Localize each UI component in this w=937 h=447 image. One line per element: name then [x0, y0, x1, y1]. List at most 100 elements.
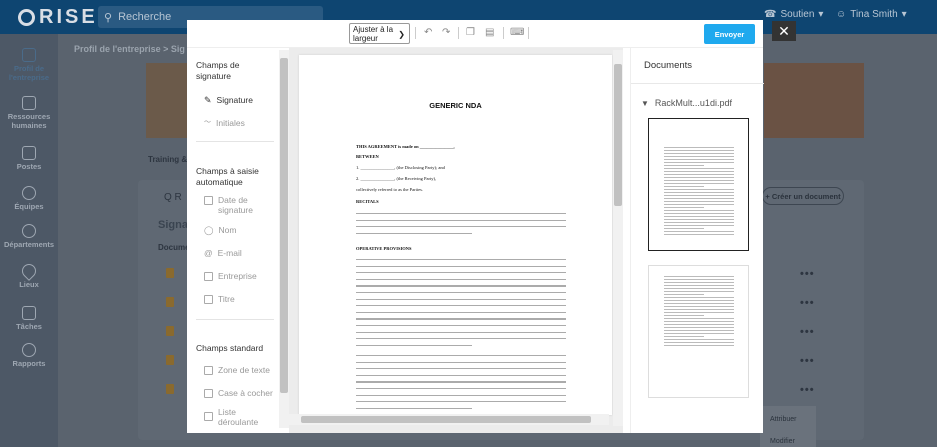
search-icon: ⚲ — [104, 11, 113, 24]
document-title: GENERIC NDA — [429, 101, 482, 110]
rise-logo[interactable]: RISE — [18, 6, 98, 29]
nav-label: Équipes — [14, 202, 44, 211]
text-line — [356, 338, 566, 340]
section-divider — [196, 319, 274, 320]
nav-locations[interactable]: Lieux — [0, 261, 58, 289]
thumbnail-line — [664, 222, 734, 223]
dropdown-icon — [204, 412, 213, 421]
signature-date-field[interactable]: Date de signature — [204, 195, 258, 215]
cover-image — [146, 63, 188, 138]
text-line — [356, 344, 472, 346]
thumbnail-line — [664, 204, 734, 205]
document-horizontal-scrollbar[interactable] — [289, 414, 609, 425]
thumbnail-line — [664, 186, 704, 187]
user-name: Tina Smith — [850, 9, 898, 20]
document-vertical-scrollbar[interactable] — [613, 50, 623, 426]
id-card-icon — [22, 96, 36, 110]
keyboard-icon[interactable]: ⌨ — [510, 27, 524, 38]
teams-icon — [22, 186, 36, 200]
user-icon: ☺ — [836, 9, 847, 20]
thumbnail-line — [664, 288, 734, 289]
nav-teams[interactable]: Équipes — [0, 186, 58, 211]
text-line — [356, 388, 566, 390]
thumbnail-line — [664, 231, 734, 232]
text-line — [356, 305, 566, 307]
row-actions[interactable]: ••• — [800, 355, 815, 367]
thumbnail-line — [664, 183, 734, 184]
thumbnail-line — [664, 324, 734, 325]
text-zone-field[interactable]: Zone de texte — [204, 365, 270, 375]
page-thumbnail-2[interactable] — [648, 265, 749, 398]
page-thumbnail-1[interactable] — [648, 118, 749, 251]
departments-icon — [22, 224, 36, 238]
email-field[interactable]: @ E-mail — [204, 248, 242, 258]
undo-icon[interactable]: ↶ — [424, 27, 432, 38]
user-menu[interactable]: ☺ Tina Smith ▾ — [836, 9, 907, 20]
thumbnail-line — [664, 168, 734, 169]
thumbnail-line — [664, 291, 734, 292]
scrollbar-thumb[interactable] — [614, 64, 622, 206]
text-line — [356, 278, 566, 280]
modify-menu-item[interactable]: Modifier — [770, 438, 795, 445]
checkbox-field[interactable]: Case à cocher — [204, 388, 273, 398]
text-line — [356, 361, 566, 363]
document-file-item[interactable]: ▼ RackMult...u1di.pdf — [641, 98, 732, 108]
thumbnail-line — [664, 309, 734, 310]
field-label: Liste déroulante — [218, 407, 259, 427]
thumbnail-line — [664, 345, 734, 346]
chevron-down-icon: ▾ — [901, 9, 907, 20]
toolbar-divider — [503, 27, 504, 39]
agreement-line: THIS AGREEMENT is made on ______________… — [356, 144, 455, 149]
nav-human-resources[interactable]: Ressources humaines — [0, 96, 58, 130]
row-actions[interactable]: ••• — [800, 297, 815, 309]
thumbnail-line — [664, 300, 734, 301]
row-actions[interactable]: ••• — [800, 268, 815, 280]
text-line — [356, 401, 566, 403]
send-button[interactable]: Envoyer — [704, 24, 755, 44]
paste-icon[interactable]: ▤ — [485, 27, 494, 38]
job-title-field[interactable]: Titre — [204, 294, 235, 304]
nav-reports[interactable]: Rapports — [0, 343, 58, 368]
briefcase-icon — [204, 295, 213, 304]
auto-fields-title: Champs à saisie automatique — [196, 166, 259, 187]
text-line — [356, 325, 566, 327]
cover-image-right — [764, 63, 864, 138]
section-divider — [196, 141, 274, 142]
assign-menu-item[interactable]: Attribuer — [770, 416, 796, 423]
nav-departments[interactable]: Départements — [0, 224, 58, 249]
name-field[interactable]: ◯ Nom — [204, 225, 236, 235]
scrollbar-thumb[interactable] — [301, 416, 591, 423]
close-modal-button[interactable]: ✕ — [772, 21, 796, 41]
thumbnail-line — [664, 177, 734, 178]
fields-scrollbar[interactable] — [279, 50, 289, 428]
documents-title: Documents — [644, 60, 693, 71]
calendar-icon — [204, 196, 213, 205]
zoom-fit-select[interactable]: Ajuster à la largeur ❯ — [349, 23, 410, 44]
signature-field[interactable]: ✎ Signature — [204, 95, 253, 105]
nav-positions[interactable]: Postes — [0, 146, 58, 171]
toolbar-divider — [415, 27, 416, 39]
row-actions[interactable]: ••• — [800, 326, 815, 338]
thumbnail-line — [664, 294, 704, 295]
thumbnail-line — [664, 225, 734, 226]
document-page[interactable]: GENERIC NDA THIS AGREEMENT is made on __… — [299, 55, 612, 415]
field-label: Date de signature — [218, 195, 253, 215]
nav-tasks[interactable]: Tâches — [0, 306, 58, 331]
thumbnail-line — [664, 333, 734, 334]
text-line — [356, 272, 566, 274]
row-actions[interactable]: ••• — [800, 384, 815, 396]
redo-icon[interactable]: ↷ — [442, 27, 450, 38]
text-line — [356, 381, 566, 383]
field-label: E-mail — [217, 248, 242, 258]
dropdown-field[interactable]: Liste déroulante — [204, 407, 262, 427]
create-document-button[interactable]: + Créer un document — [762, 187, 844, 205]
thumbnail-line — [664, 165, 704, 166]
nav-company-profile[interactable]: Profil de l'entreprise — [0, 48, 58, 82]
initials-field[interactable]: 〜 Initiales — [204, 118, 245, 128]
company-field[interactable]: Entreprise — [204, 271, 257, 281]
scrollbar-thumb[interactable] — [280, 58, 288, 393]
support-menu[interactable]: ☎ Soutien ▾ — [764, 9, 823, 20]
text-line — [356, 213, 566, 215]
copy-icon[interactable]: ❐ — [466, 27, 475, 38]
support-label: Soutien — [780, 9, 815, 20]
